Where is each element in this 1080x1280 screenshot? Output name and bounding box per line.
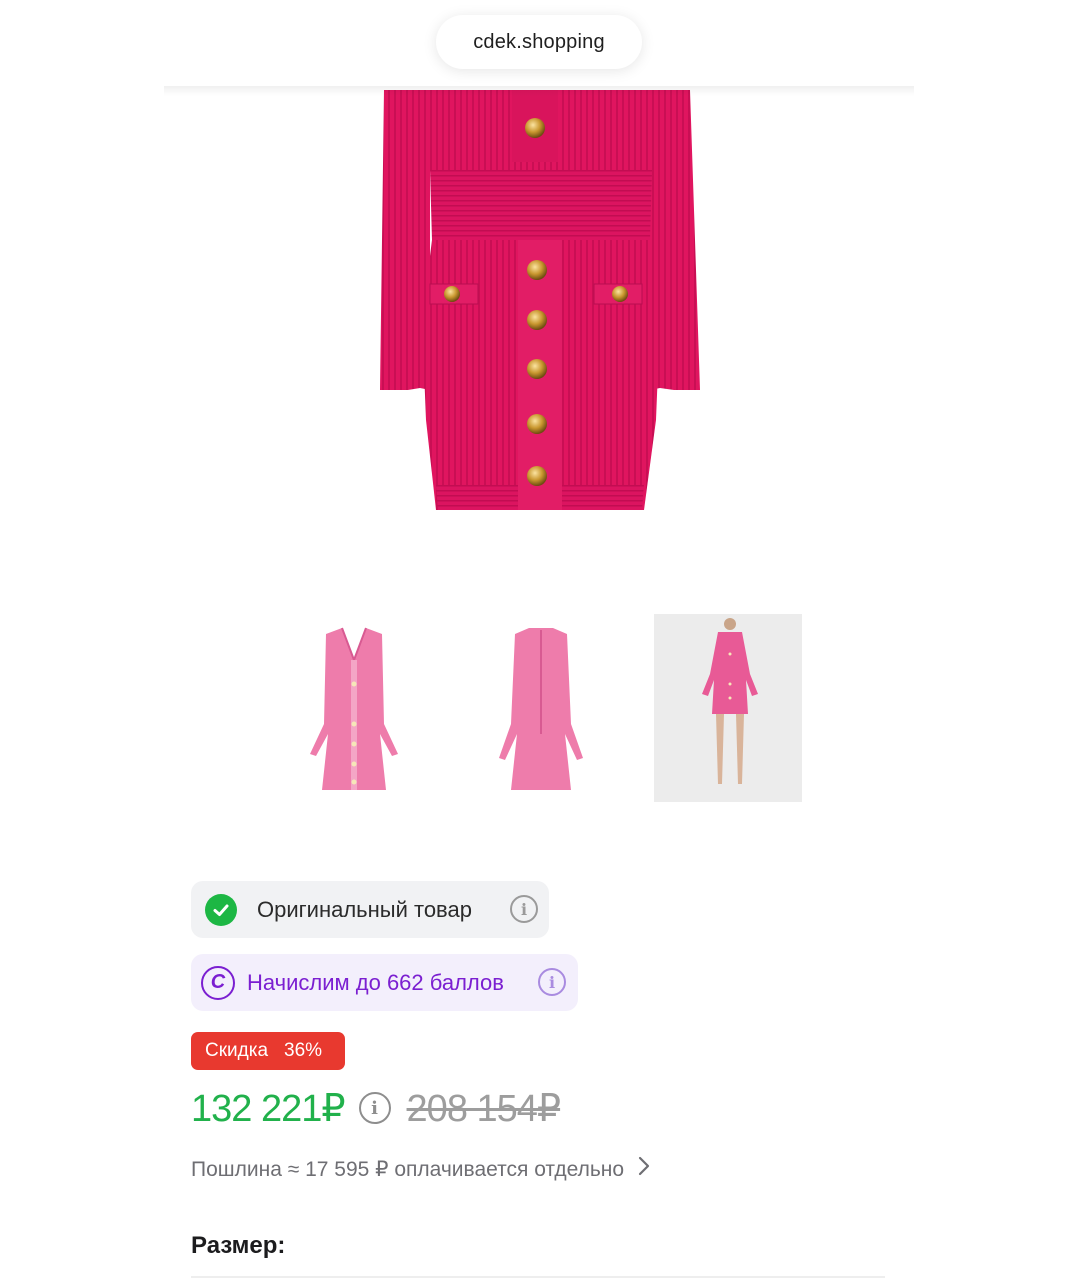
thumbnail-front[interactable] <box>280 614 428 802</box>
header-divider <box>164 86 914 96</box>
discount-percent: 36% <box>284 1040 323 1061</box>
bonus-points-label: Начислим до 662 баллов <box>247 969 504 995</box>
original-product-badge: Оригинальный товар i <box>191 881 549 938</box>
price-info-icon[interactable]: i <box>358 1092 391 1124</box>
discount-label: Скидка <box>205 1040 269 1061</box>
chevron-right-icon <box>638 1156 650 1182</box>
price-row: 132 221₽ i 208 154₽ <box>191 1084 562 1132</box>
thumbnail-back[interactable] <box>467 614 615 802</box>
url-bar[interactable]: cdek.shopping <box>436 15 642 69</box>
product-main-image[interactable] <box>280 90 800 530</box>
url-text: cdek.shopping <box>473 30 605 53</box>
thumbnail-model[interactable] <box>654 614 802 802</box>
section-divider <box>191 1276 885 1278</box>
info-icon[interactable]: i <box>538 968 566 996</box>
size-section-title: Размер: <box>191 1232 286 1259</box>
points-coin-icon: C <box>201 965 235 1000</box>
original-product-label: Оригинальный товар <box>257 896 472 922</box>
check-circle-icon <box>205 893 237 926</box>
old-price: 208 154₽ <box>406 1087 562 1130</box>
duty-info-link[interactable]: Пошлина ≈ 17 595 ₽ оплачивается отдельно <box>191 1154 650 1184</box>
discount-badge: Скидка 36% <box>191 1032 345 1070</box>
current-price: 132 221₽ <box>191 1087 346 1130</box>
info-icon[interactable]: i <box>510 895 538 923</box>
bonus-points-badge: C Начислим до 662 баллов i <box>191 954 578 1011</box>
duty-text: Пошлина ≈ 17 595 ₽ оплачивается отдельно <box>191 1157 625 1181</box>
